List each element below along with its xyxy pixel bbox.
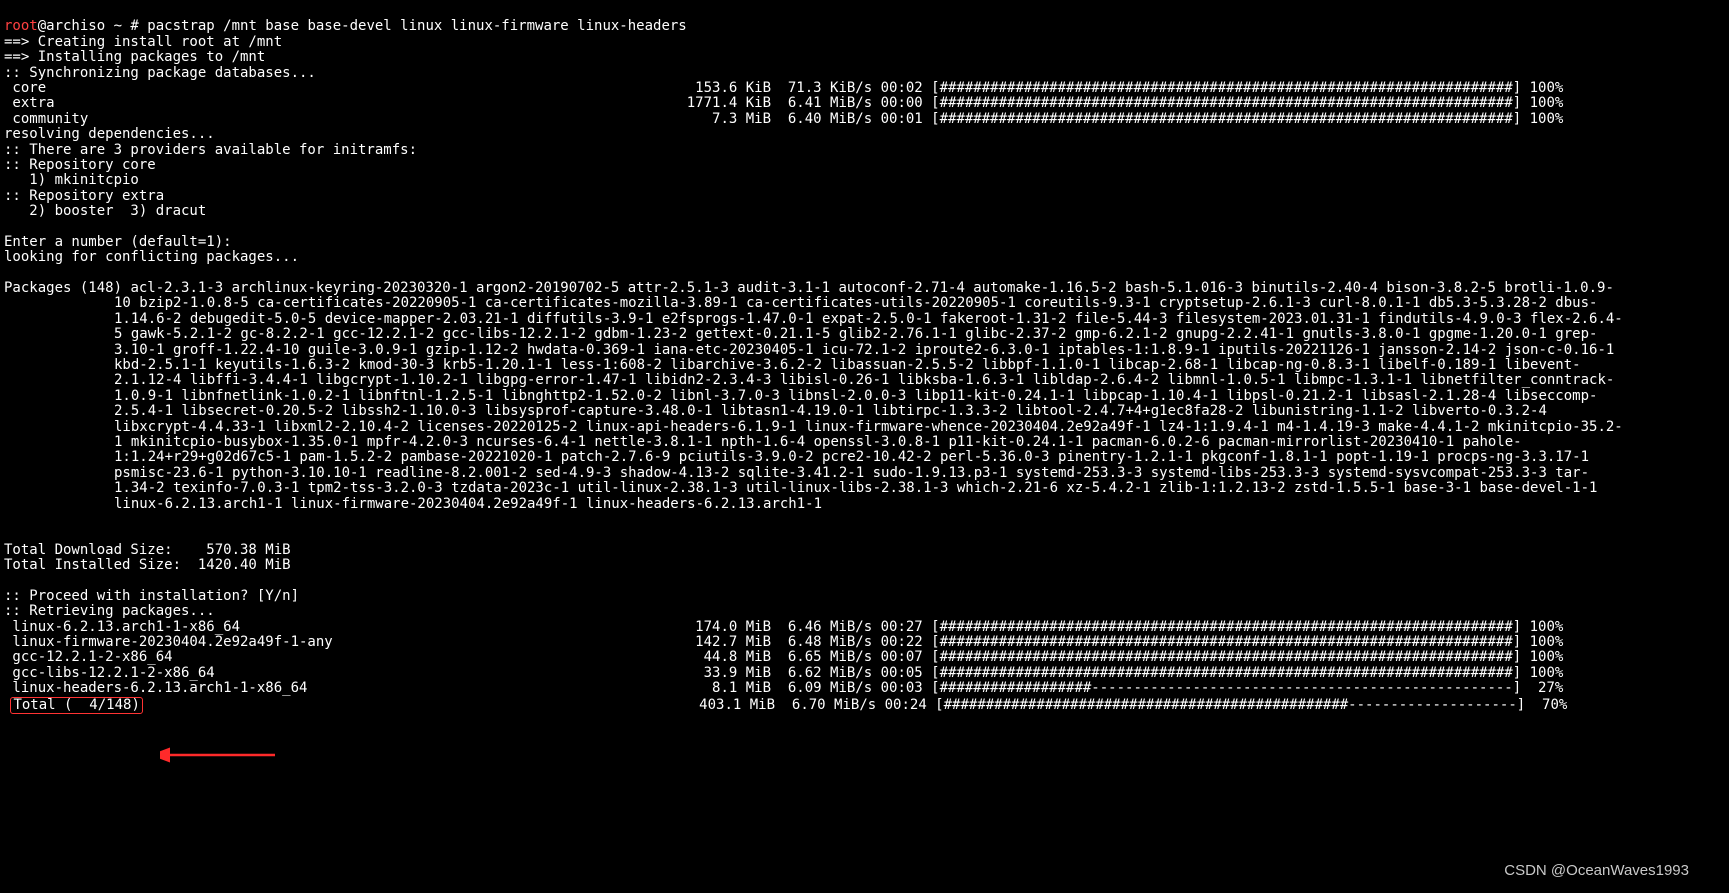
msg-repo-extra: :: Repository extra <box>4 188 164 204</box>
sync-extra: extra 1771.4 KiB 6.41 MiB/s 00:00 [#####… <box>4 95 1563 111</box>
prompt-line[interactable]: root@archiso ~ # pacstrap /mnt base base… <box>4 18 687 34</box>
prompt-cwd: ~ # <box>114 18 148 34</box>
total-installed-size: Total Installed Size: 1420.40 MiB <box>4 557 291 573</box>
dl-gcc: gcc-12.2.1-2-x86_64 44.8 MiB 6.65 MiB/s … <box>4 649 1563 665</box>
sync-core: core 153.6 KiB 71.3 KiB/s 00:02 [#######… <box>4 80 1563 96</box>
prompt-user: root <box>4 18 38 34</box>
total-download-size: Total Download Size: 570.38 MiB <box>4 542 291 558</box>
msg-providers: :: There are 3 providers available for i… <box>4 142 417 158</box>
blank3 <box>4 526 12 542</box>
dl-linux-headers: linux-headers-6.2.13.arch1-1-x86_64 8.1 … <box>4 680 1563 696</box>
total-progress-highlight: Total ( 4/148) <box>10 697 142 714</box>
blank4 <box>4 572 12 588</box>
dl-total: Total ( 4/148) 403.1 MiB 6.70 MiB/s 00:2… <box>4 697 1567 713</box>
msg-conflicts: looking for conflicting packages... <box>4 249 299 265</box>
msg-repo-core: :: Repository core <box>4 157 156 173</box>
retrieving-packages: :: Retrieving packages... <box>4 603 215 619</box>
msg-resolve-deps: resolving dependencies... <box>4 126 215 142</box>
dl-linux: linux-6.2.13.arch1-1-x86_64 174.0 MiB 6.… <box>4 619 1563 635</box>
packages-header: Packages (148) <box>4 280 130 296</box>
dl-linux-firmware: linux-firmware-20230404.2e92a49f-1-any 1… <box>4 634 1563 650</box>
msg-prov-1: 1) mkinitcpio <box>4 172 139 188</box>
msg-prov-23: 2) booster 3) dracut <box>4 203 206 219</box>
sync-community: community 7.3 MiB 6.40 MiB/s 00:01 [####… <box>4 111 1563 127</box>
prompt-enter-number[interactable]: Enter a number (default=1): <box>4 234 232 250</box>
watermark-text: CSDN @OceanWaves1993 <box>1504 863 1689 880</box>
annotation-arrow-icon <box>160 740 280 770</box>
terminal-output: root@archiso ~ # pacstrap /mnt base base… <box>0 0 1729 714</box>
msg-create-root: ==> Creating install root at /mnt <box>4 34 282 50</box>
prompt-host: @archiso <box>38 18 114 34</box>
typed-command: pacstrap /mnt base base-devel linux linu… <box>147 18 686 34</box>
blank2 <box>4 265 12 281</box>
proceed-prompt[interactable]: :: Proceed with installation? [Y/n] <box>4 588 299 604</box>
msg-install-packages: ==> Installing packages to /mnt <box>4 49 265 65</box>
package-list: Packages (148) acl-2.3.1-3 archlinux-key… <box>4 281 1624 512</box>
msg-sync-db: :: Synchronizing package databases... <box>4 65 316 81</box>
dl-gcc-libs: gcc-libs-12.2.1-2-x86_64 33.9 MiB 6.62 M… <box>4 665 1563 681</box>
packages-body: acl-2.3.1-3 archlinux-keyring-20230320-1… <box>114 280 1623 511</box>
